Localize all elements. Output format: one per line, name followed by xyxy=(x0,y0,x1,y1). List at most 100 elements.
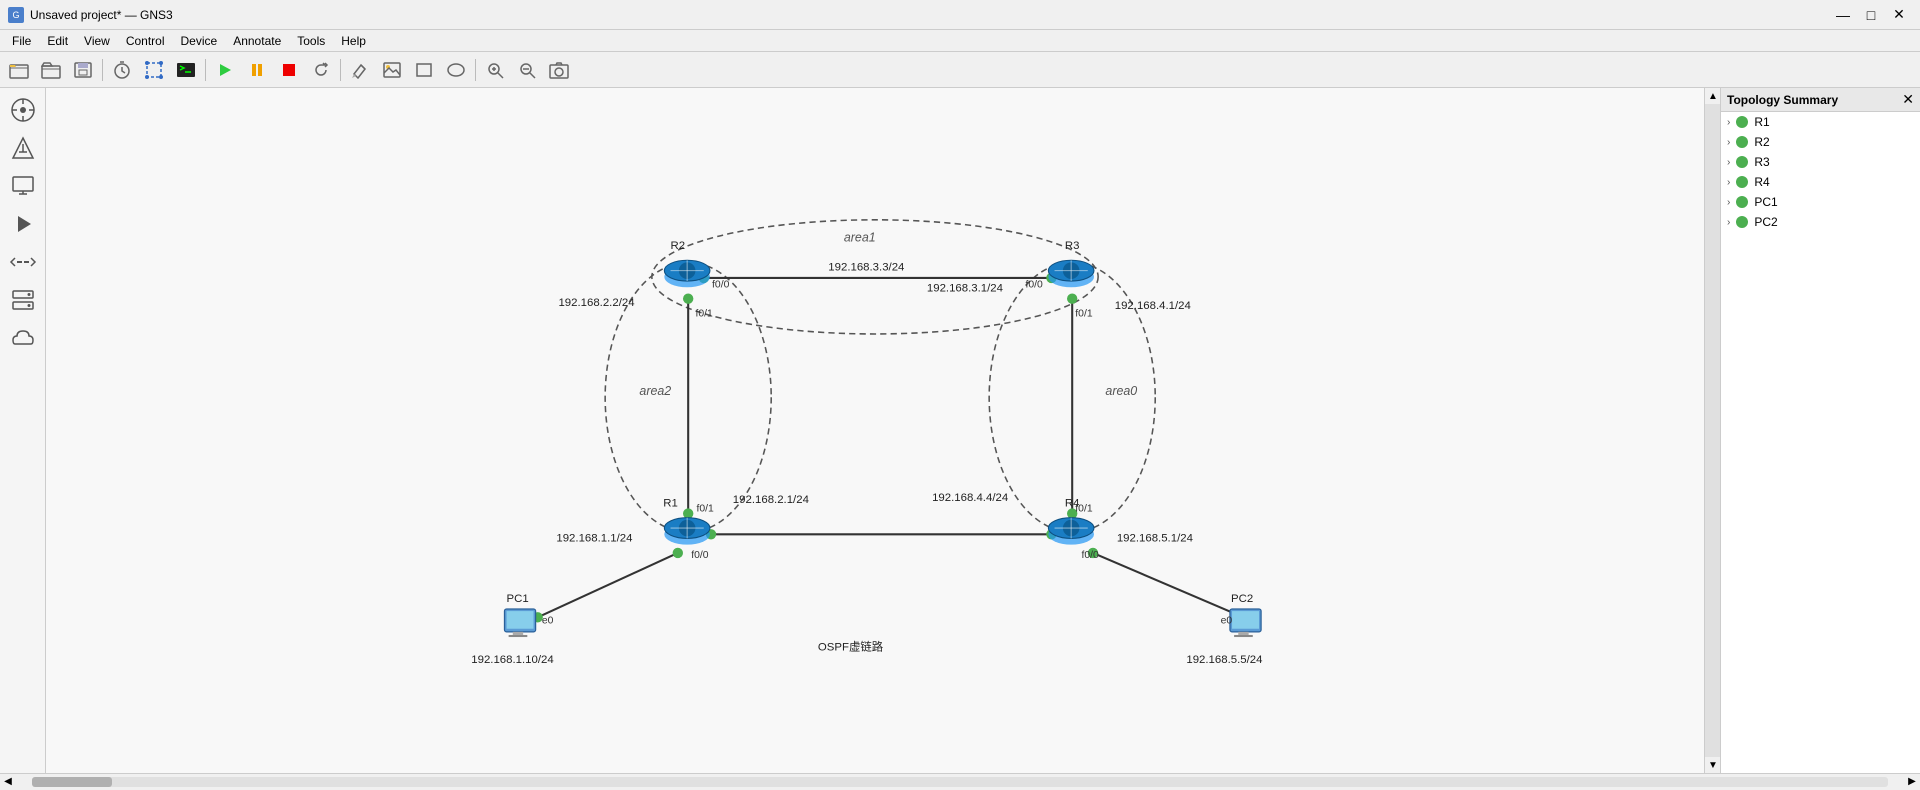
pc1-ip-label: 192.168.1.10/24 xyxy=(471,654,554,666)
main-layout: area1 area2 area0 xyxy=(0,88,1920,773)
topology-panel-close[interactable]: ✕ xyxy=(1902,91,1914,108)
pc-PC2[interactable] xyxy=(1230,609,1261,637)
router-R1[interactable] xyxy=(664,518,710,545)
edit-mode-button[interactable] xyxy=(139,56,169,84)
chevron-R4: › xyxy=(1727,177,1730,188)
start-all-button[interactable] xyxy=(210,56,240,84)
separator-3 xyxy=(340,59,341,81)
title-bar-left: G Unsaved project* — GNS3 xyxy=(8,7,173,23)
chevron-R2: › xyxy=(1727,137,1730,148)
router-device-button[interactable] xyxy=(5,130,41,166)
reload-button[interactable] xyxy=(306,56,336,84)
separator-2 xyxy=(205,59,206,81)
image-button[interactable] xyxy=(377,56,407,84)
rectangle-button[interactable] xyxy=(409,56,439,84)
maximize-button[interactable]: □ xyxy=(1858,5,1884,25)
screenshot-button[interactable] xyxy=(544,56,574,84)
pc2-ip-label: 192.168.5.5/24 xyxy=(1186,654,1263,666)
menu-edit[interactable]: Edit xyxy=(39,32,76,50)
menu-control[interactable]: Control xyxy=(118,32,173,50)
new-folder-button[interactable] xyxy=(4,56,34,84)
chevron-R3: › xyxy=(1727,157,1730,168)
area0-label: area0 xyxy=(1105,384,1137,398)
scroll-left-arrow[interactable]: ◀ xyxy=(0,774,16,790)
topology-panel: Topology Summary ✕ › R1 › R2 › R3 › R4 ›… xyxy=(1720,88,1920,773)
area2-label: area2 xyxy=(639,384,671,398)
status-dot-PC2 xyxy=(1736,216,1748,228)
pause-all-button[interactable] xyxy=(242,56,272,84)
menu-file[interactable]: File xyxy=(4,32,39,50)
scrollbar-thumb[interactable] xyxy=(32,777,112,787)
topology-panel-title: Topology Summary xyxy=(1727,93,1838,107)
console-button[interactable] xyxy=(171,56,201,84)
status-dot-R1 xyxy=(1736,116,1748,128)
window-title: Unsaved project* — GNS3 xyxy=(30,8,173,22)
r4-ip-left-label: 192.168.4.4/24 xyxy=(932,492,1009,504)
r4-f0-0-label: f0/0 xyxy=(1082,550,1100,561)
topology-label-R1: R1 xyxy=(1754,115,1769,129)
r2-ip-label: 192.168.2.2/24 xyxy=(558,297,635,309)
play-button[interactable] xyxy=(5,206,41,242)
router-R4[interactable] xyxy=(1048,518,1094,545)
topology-label-R4: R4 xyxy=(1754,175,1769,189)
monitor-button[interactable] xyxy=(5,168,41,204)
zoom-in-button[interactable] xyxy=(480,56,510,84)
area1-label: area1 xyxy=(844,231,876,245)
ellipse-button[interactable] xyxy=(441,56,471,84)
cloud-button[interactable] xyxy=(5,320,41,356)
zoom-out-button[interactable] xyxy=(512,56,542,84)
topology-panel-header: Topology Summary ✕ xyxy=(1721,88,1920,112)
R3-label: R3 xyxy=(1065,240,1080,252)
toolbar xyxy=(0,52,1920,88)
topology-item-R4[interactable]: › R4 xyxy=(1721,172,1920,192)
topology-label-R3: R3 xyxy=(1754,155,1769,169)
menu-view[interactable]: View xyxy=(76,32,118,50)
scroll-up-button[interactable]: ▲ xyxy=(1705,88,1721,104)
topology-label-PC2: PC2 xyxy=(1754,215,1777,229)
close-button[interactable]: ✕ xyxy=(1886,5,1912,25)
menu-device[interactable]: Device xyxy=(173,32,226,50)
PC2-label: PC2 xyxy=(1231,593,1253,605)
topology-label-PC1: PC1 xyxy=(1754,195,1777,209)
separator-1 xyxy=(102,59,103,81)
ospf-label: OSPF虚链路 xyxy=(818,640,884,654)
pc-PC1[interactable] xyxy=(504,609,535,637)
r1-f0-1-label: f0/1 xyxy=(696,503,714,514)
all-devices-button[interactable] xyxy=(5,92,41,128)
router-R3[interactable] xyxy=(1048,260,1094,287)
chevron-PC2: › xyxy=(1727,217,1730,228)
router-R2[interactable] xyxy=(664,260,710,287)
topology-item-R3[interactable]: › R3 xyxy=(1721,152,1920,172)
pc2-e0-label: e0 xyxy=(1221,616,1233,627)
links-button[interactable] xyxy=(5,244,41,280)
scroll-right-arrow[interactable]: ▶ xyxy=(1904,774,1920,790)
status-dot-PC1 xyxy=(1736,196,1748,208)
PC1-label: PC1 xyxy=(507,593,529,605)
server-button[interactable] xyxy=(5,282,41,318)
canvas-area[interactable]: area1 area2 area0 xyxy=(46,88,1704,773)
topology-item-R2[interactable]: › R2 xyxy=(1721,132,1920,152)
annotate-edit-button[interactable] xyxy=(345,56,375,84)
scroll-down-button[interactable]: ▼ xyxy=(1705,757,1721,773)
menu-bar: File Edit View Control Device Annotate T… xyxy=(0,30,1920,52)
app-icon: G xyxy=(8,7,24,23)
menu-annotate[interactable]: Annotate xyxy=(225,32,289,50)
timer-button[interactable] xyxy=(107,56,137,84)
topology-item-R1[interactable]: › R1 xyxy=(1721,112,1920,132)
right-scroll: ▲ ▼ xyxy=(1704,88,1720,773)
topology-item-PC2[interactable]: › PC2 xyxy=(1721,212,1920,232)
minimize-button[interactable]: — xyxy=(1830,5,1856,25)
r1-ip-label: 192.168.2.1/24 xyxy=(733,494,810,506)
save-button[interactable] xyxy=(68,56,98,84)
network-topology: area1 area2 area0 xyxy=(46,88,1704,773)
r3-ip-left-label: 192.168.3.1/24 xyxy=(927,282,1004,294)
open-button[interactable] xyxy=(36,56,66,84)
r2-f0-0-label: f0/0 xyxy=(712,279,730,290)
menu-help[interactable]: Help xyxy=(333,32,374,50)
stop-all-button[interactable] xyxy=(274,56,304,84)
menu-tools[interactable]: Tools xyxy=(289,32,333,50)
topology-item-PC1[interactable]: › PC1 xyxy=(1721,192,1920,212)
r4-ip-right-label: 192.168.5.1/24 xyxy=(1117,533,1194,545)
scrollbar-track[interactable] xyxy=(32,777,1888,787)
status-dot-R3 xyxy=(1736,156,1748,168)
